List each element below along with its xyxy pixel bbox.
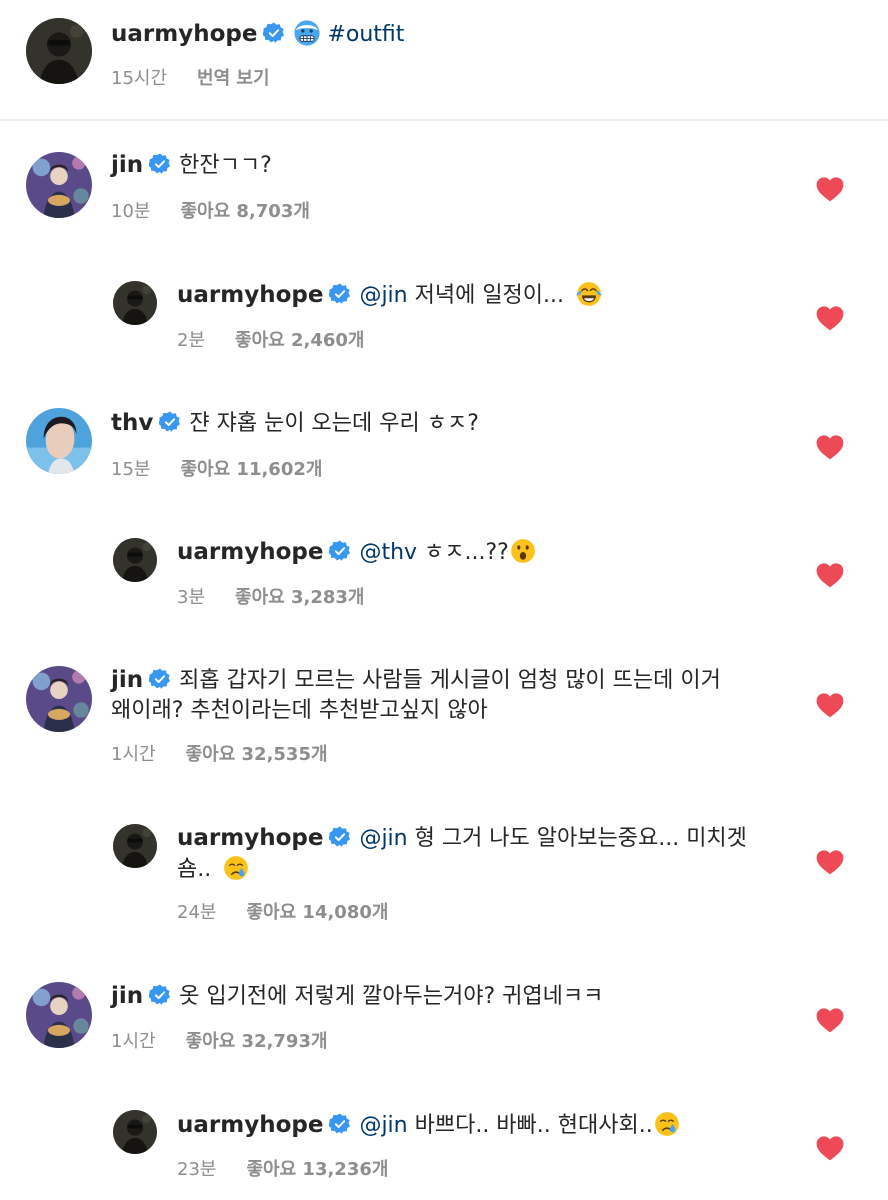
reply-line-2: 숌.. (177, 854, 250, 885)
comment-likes[interactable]: 좋아요 8,703개 (180, 201, 309, 222)
jin-avatar[interactable] (26, 982, 92, 1048)
comment-text: 저녁에 일정이... (407, 283, 572, 308)
comment-text: 한잔ㄱㄱ? (179, 153, 272, 178)
verified-badge-icon (329, 1113, 351, 1135)
post-caption: uarmyhope #outfit 15시간 번역 보기 (0, 0, 888, 120)
verified-badge-icon (329, 283, 351, 305)
comment-time: 10분 (111, 201, 151, 222)
comment-meta: 1시간 좋아요 32,535개 (111, 740, 328, 766)
caption-meta: 15시간 번역 보기 (111, 64, 270, 90)
uarmyhope-avatar[interactable] (113, 281, 157, 325)
crying-face-emoji-icon (222, 854, 250, 882)
comment-username[interactable]: jin (111, 983, 143, 1009)
comment-meta: 3분 좋아요 3,283개 (177, 583, 364, 609)
comment-username[interactable]: uarmyhope (177, 539, 323, 565)
comment-text: 죄홉 갑자기 모르는 사람들 게시글이 엄청 많이 뜨는데 이거 (179, 668, 721, 693)
like-heart-icon[interactable] (816, 1007, 844, 1033)
comment-line: jin 옷 입기전에 저렇게 깔아두는거야? 귀엽네ㅋㅋ (111, 981, 603, 1012)
like-heart-icon[interactable] (816, 692, 844, 718)
freezing-face-emoji-icon (293, 19, 321, 47)
comment-time: 2분 (177, 330, 206, 351)
verified-badge-icon (263, 22, 285, 44)
uarmyhope-avatar[interactable] (113, 1110, 157, 1154)
verified-badge-icon (149, 984, 171, 1006)
comment-time: 15분 (111, 459, 151, 480)
uarmyhope-avatar[interactable] (113, 824, 157, 868)
comment-line: jin 한잔ㄱㄱ? (111, 150, 272, 181)
mention-link[interactable]: @jin (359, 283, 407, 308)
comment-text: ㅎㅈ...?? (417, 540, 509, 565)
uarmyhope-avatar[interactable] (113, 538, 157, 582)
comment-text-continued: 숌.. (177, 857, 219, 882)
comment-likes[interactable]: 좋아요 13,236개 (246, 1159, 388, 1180)
tears-of-joy-emoji-icon (575, 280, 603, 308)
comment-text: 쟌 쟈홉 눈이 오는데 우리 ㅎㅈ? (189, 411, 479, 436)
mention-link[interactable]: @jin (359, 826, 407, 851)
comment-username[interactable]: uarmyhope (177, 1112, 323, 1138)
comment-time: 1시간 (111, 744, 156, 765)
verified-badge-icon (329, 826, 351, 848)
divider (0, 119, 888, 121)
comment-likes[interactable]: 좋아요 32,793개 (186, 1031, 328, 1052)
like-heart-icon[interactable] (816, 562, 844, 588)
thv-avatar[interactable] (26, 408, 92, 474)
comment-username[interactable]: uarmyhope (177, 282, 323, 308)
like-heart-icon[interactable] (816, 849, 844, 875)
comment-meta: 2분 좋아요 2,460개 (177, 326, 364, 352)
comment-time: 24분 (177, 902, 217, 923)
comment-likes[interactable]: 좋아요 2,460개 (235, 330, 364, 351)
comment-meta: 1시간 좋아요 32,793개 (111, 1027, 328, 1053)
reply-line: uarmyhope @jin 형 그거 나도 알아보는중요... 미치겟 (177, 823, 747, 854)
comment-text: 옷 입기전에 저렇게 깔아두는거야? 귀엽네ㅋㅋ (179, 984, 604, 1009)
like-heart-icon[interactable] (816, 434, 844, 460)
comment-meta: 10분 좋아요 8,703개 (111, 197, 310, 223)
comment-username[interactable]: jin (111, 667, 143, 693)
comment-likes[interactable]: 좋아요 11,602개 (180, 459, 322, 480)
reply-line: uarmyhope @jin 바쁘다.. 바빠.. 현대사회.. (177, 1110, 681, 1141)
see-translation-button[interactable]: 번역 보기 (197, 68, 270, 89)
comment-text: 바쁘다.. 바빠.. 현대사회.. (407, 1113, 653, 1138)
comment-meta: 23분 좋아요 13,236개 (177, 1155, 388, 1181)
comment-username[interactable]: thv (111, 410, 153, 436)
comment-text-continued: 왜이래? 추천이라는데 추천받고싶지 않아 (111, 698, 488, 723)
jin-avatar[interactable] (26, 666, 92, 732)
verified-badge-icon (329, 540, 351, 562)
comment-time: 23분 (177, 1159, 217, 1180)
like-heart-icon[interactable] (816, 305, 844, 331)
mention-link[interactable]: @thv (359, 540, 417, 565)
comment-meta: 24분 좋아요 14,080개 (177, 898, 388, 924)
surprised-face-emoji-icon (509, 537, 537, 565)
comment-time: 3분 (177, 587, 206, 608)
comment-line: jin 죄홉 갑자기 모르는 사람들 게시글이 엄청 많이 뜨는데 이거 (111, 665, 721, 696)
reply-line: uarmyhope @jin 저녁에 일정이... (177, 280, 603, 311)
like-heart-icon[interactable] (816, 1135, 844, 1161)
comment-text: 형 그거 나도 알아보는중요... 미치겟 (407, 826, 747, 851)
comment-time: 1시간 (111, 1031, 156, 1052)
reply-line: uarmyhope @thv ㅎㅈ...?? (177, 537, 537, 568)
crying-face-emoji-icon (653, 1110, 681, 1138)
caption-time: 15시간 (111, 68, 168, 89)
comment-likes[interactable]: 좋아요 3,283개 (235, 587, 364, 608)
like-heart-icon[interactable] (816, 176, 844, 202)
comment-likes[interactable]: 좋아요 32,535개 (186, 744, 328, 765)
verified-badge-icon (149, 668, 171, 690)
comment-line: thv 쟌 쟈홉 눈이 오는데 우리 ㅎㅈ? (111, 408, 479, 439)
caption-username[interactable]: uarmyhope (111, 21, 257, 47)
comment-line-2: 왜이래? 추천이라는데 추천받고싶지 않아 (111, 696, 488, 726)
caption-hashtag[interactable]: #outfit (327, 22, 404, 47)
comment-username[interactable]: uarmyhope (177, 825, 323, 851)
caption-line: uarmyhope #outfit (111, 19, 404, 50)
verified-badge-icon (159, 411, 181, 433)
comment-likes[interactable]: 좋아요 14,080개 (246, 902, 388, 923)
comment-meta: 15분 좋아요 11,602개 (111, 455, 322, 481)
uarmyhope-avatar[interactable] (26, 18, 92, 84)
jin-avatar[interactable] (26, 152, 92, 218)
mention-link[interactable]: @jin (359, 1113, 407, 1138)
verified-badge-icon (149, 153, 171, 175)
comment-username[interactable]: jin (111, 152, 143, 178)
